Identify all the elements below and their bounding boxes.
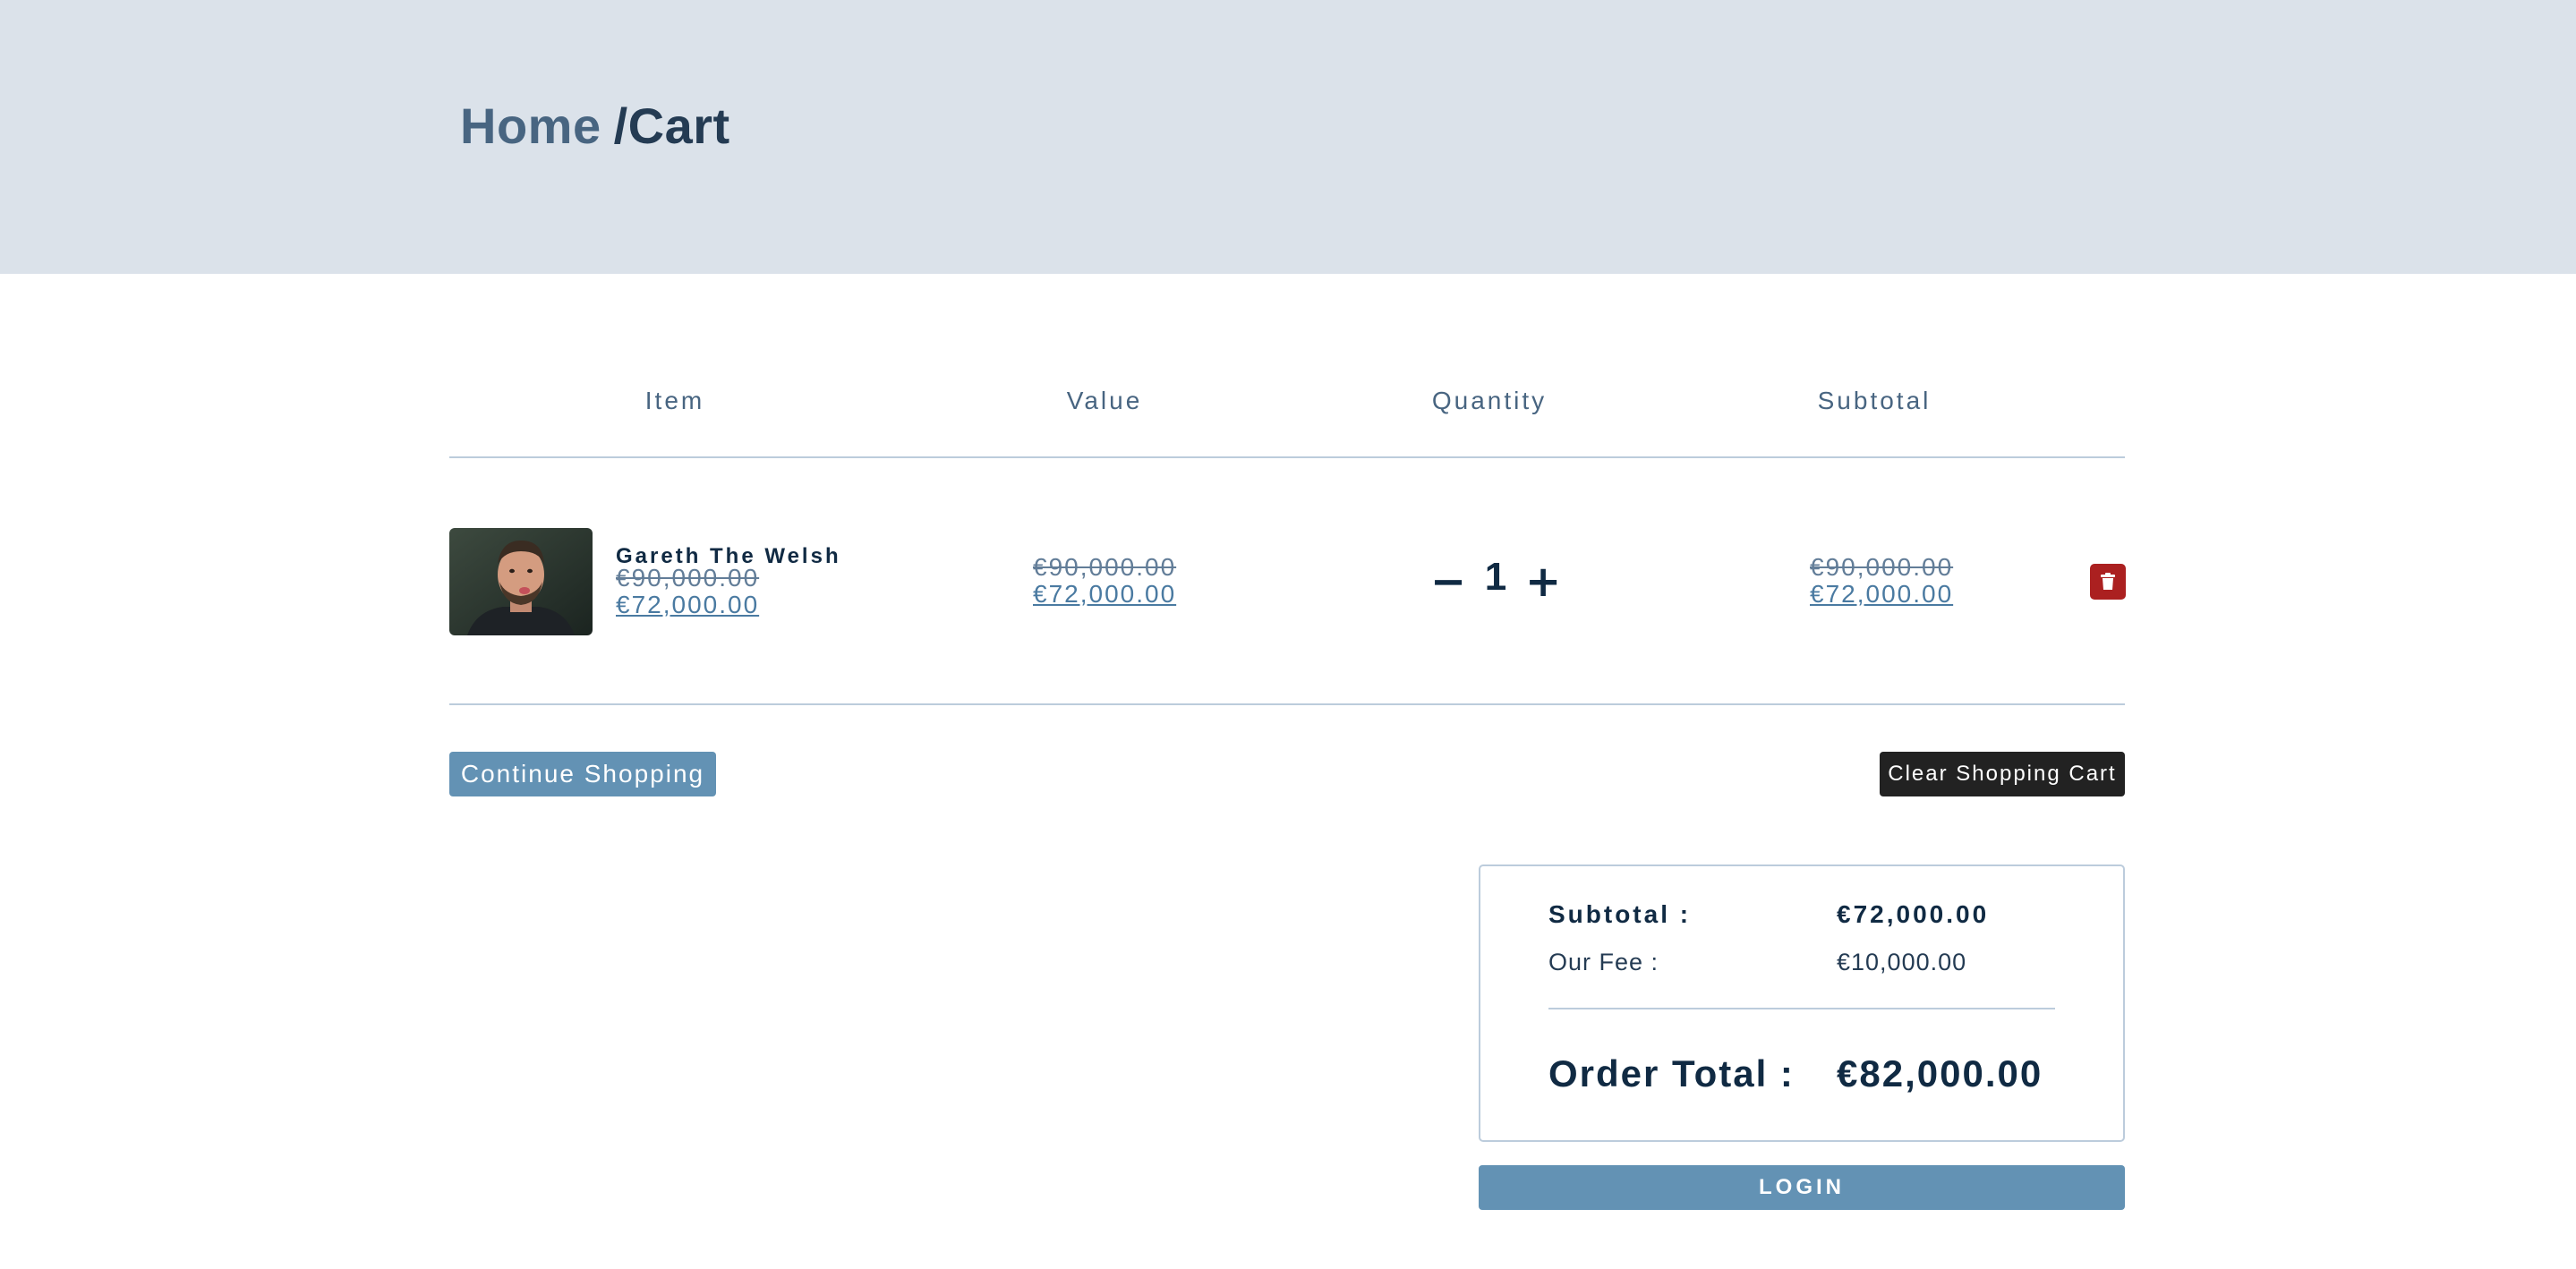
- page-header: Home/Cart: [0, 0, 2576, 274]
- clear-cart-button[interactable]: Clear Shopping Cart: [1880, 752, 2125, 796]
- breadcrumb-home-link[interactable]: Home: [460, 98, 601, 154]
- header-divider: [449, 456, 2125, 458]
- login-button[interactable]: LOGIN: [1479, 1165, 2125, 1210]
- order-total-value: €82,000.00: [1837, 1052, 2043, 1094]
- minus-icon: −: [1430, 557, 1467, 607]
- column-header-subtotal: Subtotal: [1817, 387, 1932, 414]
- product-old-price: €90,000.00: [616, 564, 760, 592]
- order-summary: Subtotal : €72,000.00 Our Fee : €10,000.…: [1479, 864, 2125, 1142]
- product-new-price: €72,000.00: [616, 591, 760, 618]
- quantity-value: 1: [1484, 555, 1507, 599]
- subtotal-value: €72,000.00: [1837, 900, 1990, 928]
- breadcrumb: Home/Cart: [460, 97, 730, 155]
- column-header-item: Item: [644, 387, 705, 414]
- column-header-quantity: Quantity: [1431, 387, 1548, 414]
- product-image: [449, 528, 593, 635]
- remove-item-button[interactable]: [2090, 564, 2126, 600]
- value-old-price: €90,000.00: [1033, 553, 1177, 581]
- fee-label: Our Fee :: [1548, 949, 1659, 975]
- subtotal-old-price: €90,000.00: [1810, 553, 1954, 581]
- subtotal-new-price: €72,000.00: [1810, 580, 1954, 608]
- increase-quantity-button[interactable]: +: [1525, 557, 1561, 607]
- breadcrumb-current: /Cart: [613, 98, 730, 154]
- fee-value: €10,000.00: [1837, 949, 1967, 975]
- decrease-quantity-button[interactable]: −: [1430, 557, 1466, 607]
- row-divider: [449, 703, 2125, 705]
- column-header-value: Value: [1066, 387, 1143, 414]
- subtotal-label: Subtotal :: [1548, 900, 1692, 928]
- summary-divider: [1548, 1008, 2055, 1009]
- continue-shopping-button[interactable]: Continue Shopping: [449, 752, 716, 796]
- value-new-price: €72,000.00: [1033, 580, 1177, 608]
- plus-icon: +: [1525, 557, 1562, 607]
- trash-icon: [2101, 573, 2115, 590]
- order-total-label: Order Total :: [1548, 1052, 1795, 1094]
